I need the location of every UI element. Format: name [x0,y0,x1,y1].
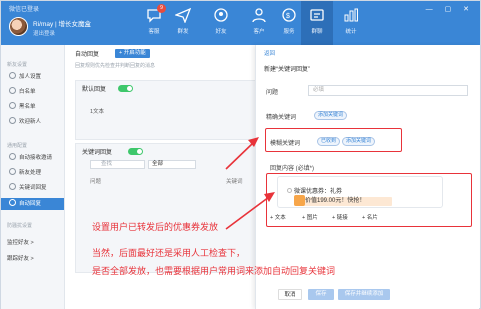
nav-label: 群发 [177,29,189,35]
top-bar: 微信已登录 — ▢ ✕ Ri/may | 增长女魔盒 退出登录 9 客服 群发 … [1,1,480,45]
exact-keyword-label: 精确关键词 [266,115,297,121]
gift-icon [294,195,305,206]
stats-icon [344,8,358,22]
dialog-title: 新建“关键词回复” [264,67,310,73]
window-title: 微信已登录 [9,7,40,13]
user-icon [9,72,16,79]
column-keyword: 关键词 [226,179,243,185]
logout-link[interactable]: 退出登录 [33,29,55,37]
nav-label: 好友 [215,29,227,35]
nav-label: 客户 [253,29,265,35]
page-description: 回复规则优先检查并判断回复的消息 [75,63,156,69]
sidebar-item-label: 自动接收邀请 [19,155,53,161]
filter-select[interactable]: 全部 [148,160,196,169]
coupon-radio[interactable] [287,188,292,193]
keyword-icon [9,183,16,190]
user-icon [9,168,16,175]
invite-icon [9,153,16,160]
default-reply-panel: 默认回复 1文本 [75,80,260,140]
group-icon [310,9,324,21]
nav-label: 服务 [283,29,295,35]
annotation-note-3: 是否全部发放，也需要根据用户常用词来添加自动回复关键词 [92,267,336,277]
user-icon [9,102,16,109]
sidebar-item-welcome[interactable]: 欢迎新人 [1,116,64,128]
sidebar-item-keyword-reply[interactable]: 关键词回复 [1,182,64,194]
sidebar-item-track[interactable]: 跟踪好友 > [7,254,34,262]
add-image-button[interactable]: + 图片 [302,213,318,221]
sidebar-item-blacklist[interactable]: 黑名单 [1,101,64,113]
sidebar-section: 通用配置 [7,143,28,149]
keyword-reply-toggle[interactable] [128,148,143,155]
sidebar-item-label: 白名单 [19,89,36,95]
nav-label: 客服 [148,29,160,35]
sidebar-item-label: 新友处理 [19,170,42,176]
add-exact-keyword-button[interactable]: 添加关键词 [314,111,348,120]
sidebar-item-label: 关键词回复 [19,185,47,191]
nav-qunliao[interactable]: 群聊 [301,1,333,45]
cancel-button[interactable]: 取消 [278,289,302,300]
back-link[interactable]: 返回 [264,49,275,57]
fuzzy-keyword-label: 模糊关键词 [270,141,301,147]
reply-icon [9,199,16,206]
svg-text:$: $ [286,13,290,20]
nav-qunfa[interactable]: 群发 [168,7,198,43]
customer-icon [252,8,266,23]
sidebar-item-auto-accept[interactable]: 自动接收邀请 [1,152,64,164]
add-fuzzy-keyword-button[interactable]: 添加关键词 [342,137,376,146]
add-link-button[interactable]: + 链接 [332,213,348,221]
sidebar-item-label: 自动回复 [19,201,42,207]
coupon-text: 价值199.00元！快抢！ [305,198,366,204]
default-reply-label: 默认回复 [82,87,107,93]
heart-icon [9,117,16,124]
save-button[interactable]: 保存 [308,289,334,300]
annotation-note-1: 设置用户已转发后的优惠券发放 [92,223,219,233]
sidebar-section: 新友设置 [7,62,28,68]
avatar[interactable] [9,17,28,36]
nav-tongji[interactable]: 统计 [336,7,366,43]
nav-label: 统计 [345,29,357,35]
window-controls[interactable]: — ▢ ✕ [426,5,474,13]
nav-label: 群聊 [311,29,323,35]
default-reply-text[interactable]: 1文本 [90,107,104,115]
nav-kehu[interactable]: 客户 [244,7,274,43]
nav-kefu[interactable]: 9 客服 [139,4,169,43]
default-reply-toggle[interactable] [118,85,133,92]
sidebar: 新友设置 加人设置 白名单 黑名单 欢迎新人 通用配置 自动接收邀请 新友处理 … [1,45,65,309]
sidebar-item-add-settings[interactable]: 加人设置 [1,71,64,83]
sidebar-item-auto-reply[interactable]: 自动回复 [1,198,64,210]
app-window: 微信已登录 — ▢ ✕ Ri/may | 增长女魔盒 退出登录 9 客服 群发 … [0,0,481,309]
unread-badge: 9 [157,4,166,13]
service-icon: $ [282,8,296,22]
enable-feature-button[interactable]: + 开启功能 [115,49,150,58]
fuzzy-keyword-tag[interactable]: 已收到 [317,137,341,146]
question-input[interactable]: 必填 [308,85,468,96]
profile-name: Ri/may | 增长女魔盒 [33,21,92,28]
sidebar-item-label: 黑名单 [19,104,36,110]
send-icon [175,7,191,23]
nav-haoyou[interactable]: 好友 [206,7,236,43]
sidebar-item-label: 欢迎新人 [19,119,42,125]
column-question: 问题 [90,179,102,185]
sidebar-item-label: 加人设置 [19,74,42,80]
sidebar-item-monitor[interactable]: 监控好友 > [7,238,34,246]
search-input[interactable]: 查找 [90,160,145,169]
profile-card[interactable]: Ri/may | 增长女魔盒 退出登录 [9,15,119,41]
question-label: 问题 [266,90,279,96]
reply-content-label: 回复内容 (必填*) [270,166,314,172]
page-title: 自动回复 [75,52,100,58]
save-and-continue-button[interactable]: 保存并继续添加 [338,289,390,300]
keyword-reply-label: 关键词回复 [82,150,113,156]
annotation-note-2: 当然，后面最好还是采用人工检查下， [92,249,246,259]
nav-fuwu[interactable]: $ 服务 [274,7,304,43]
sidebar-item-new-friend[interactable]: 新友处理 [1,167,64,179]
add-text-button[interactable]: + 文本 [270,213,286,221]
sidebar-item-whitelist[interactable]: 白名单 [1,86,64,98]
add-card-button[interactable]: + 名片 [362,213,378,221]
user-icon [9,87,16,94]
sidebar-section: 防骚扰设置 [7,223,33,229]
friends-icon [214,8,228,22]
coupon-title: 微课优惠券：礼券 [294,189,343,195]
